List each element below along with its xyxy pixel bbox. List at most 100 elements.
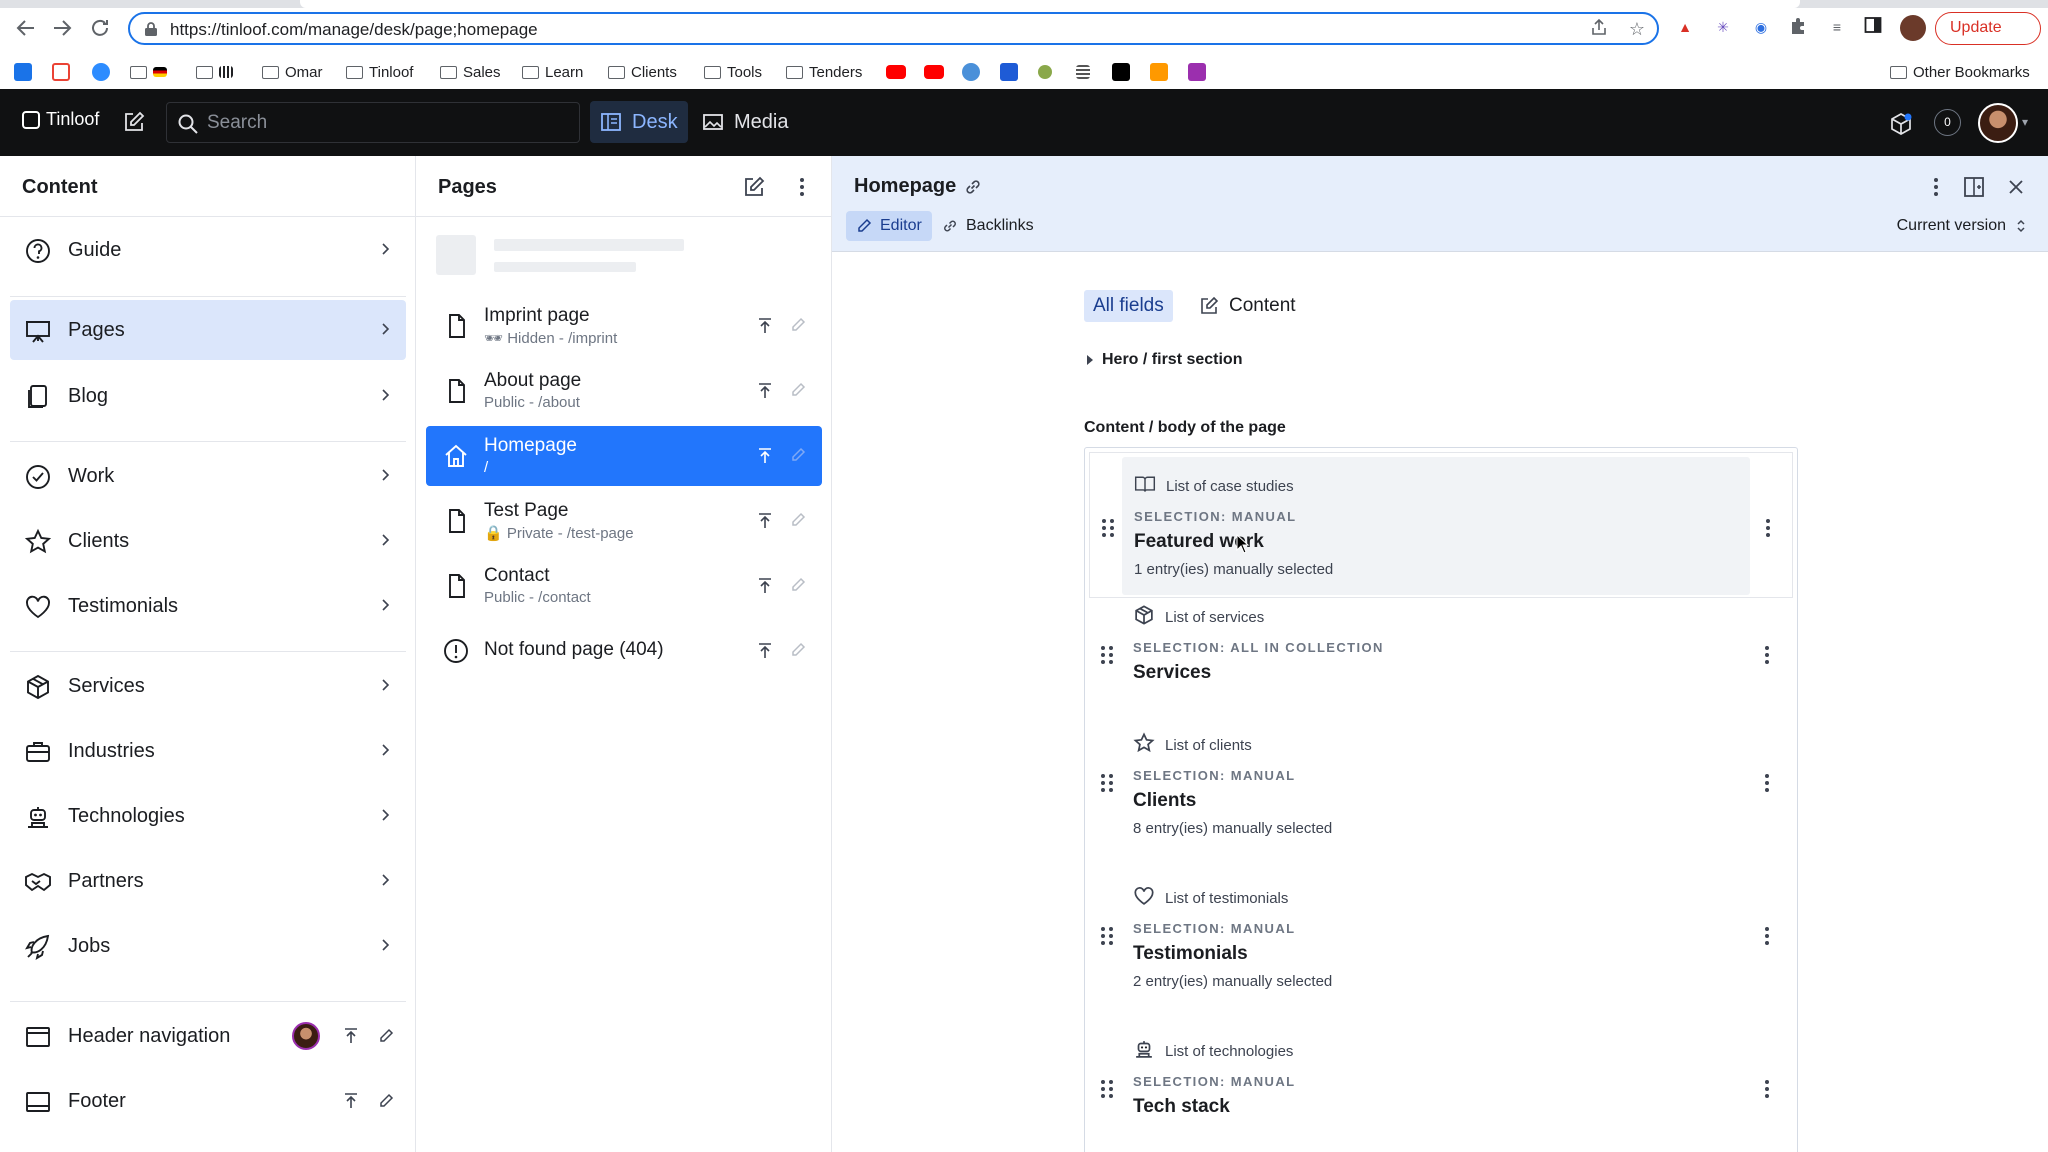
page-item-homepage[interactable]: Homepage / — [426, 426, 822, 486]
url-text[interactable]: https://tinloof.com/manage/desk/page;hom… — [170, 20, 538, 40]
link-icon[interactable] — [964, 178, 982, 196]
update-button[interactable]: Update — [1935, 12, 2041, 45]
content-item-services[interactable]: Services — [10, 656, 406, 716]
field-tab-all-fields[interactable]: All fields — [1084, 290, 1173, 322]
bookmark-face[interactable] — [1038, 60, 1052, 84]
extension-circle-icon[interactable]: ◉ — [1750, 16, 1772, 38]
bookmark-folder-tenders[interactable]: Tenders — [786, 60, 862, 84]
bookmark-folder-learn[interactable]: Learn — [522, 60, 583, 84]
bookmark-youtube-1[interactable] — [886, 60, 906, 84]
edit-pencil-icon[interactable] — [378, 1093, 394, 1114]
extensions-puzzle-icon[interactable] — [1787, 16, 1809, 38]
edit-pencil-icon[interactable] — [378, 1028, 394, 1049]
edit-pencil-icon[interactable] — [790, 382, 806, 398]
tool-desk[interactable]: Desk — [590, 101, 688, 143]
page-item-imprint-page[interactable]: Imprint page 🕶 Hidden - /imprint — [426, 296, 822, 356]
bookmark-globe[interactable] — [962, 60, 980, 84]
content-item-industries[interactable]: Industries — [10, 721, 406, 781]
page-item-about-page[interactable]: About page Public - /about — [426, 361, 822, 421]
publish-icon[interactable] — [342, 1027, 360, 1050]
content-item-pages[interactable]: Pages — [10, 300, 406, 360]
publish-icon[interactable] — [756, 317, 774, 335]
publish-icon[interactable] — [756, 382, 774, 400]
bookmark-folder-tinloof[interactable]: Tinloof — [346, 60, 413, 84]
edit-pencil-icon[interactable] — [790, 512, 806, 528]
extension-badge-icon[interactable]: ✳ — [1712, 16, 1734, 38]
bookmark-star-icon[interactable]: ☆ — [1626, 18, 1648, 40]
page-item-contact[interactable]: Contact Public - /contact — [426, 556, 822, 616]
edit-pencil-icon[interactable] — [790, 447, 806, 463]
media-queue-icon[interactable]: ≡ — [1826, 16, 1848, 38]
content-block-testimonials[interactable]: List of testimonials SELECTION: MANUAL T… — [1089, 885, 1793, 1015]
drag-handle-icon[interactable] — [1099, 925, 1115, 947]
bookmark-youtube-2[interactable] — [924, 60, 944, 84]
page-item-not-found-page-404[interactable]: Not found page (404) — [426, 621, 822, 681]
chrome-profile-avatar[interactable] — [1900, 15, 1926, 41]
page-item-test-page[interactable]: Test Page 🔒 Private - /test-page — [426, 491, 822, 551]
split-pane-icon[interactable] — [1962, 175, 1986, 199]
edit-pencil-icon[interactable] — [790, 317, 806, 333]
publish-icon[interactable] — [756, 447, 774, 465]
content-item-blog[interactable]: Blog — [10, 366, 406, 426]
publish-icon[interactable] — [342, 1092, 360, 1115]
tab-backlinks[interactable]: Backlinks — [932, 211, 1044, 241]
content-block-featured-work[interactable]: List of case studies SELECTION: MANUAL F… — [1089, 452, 1793, 598]
drag-handle-icon[interactable] — [1099, 772, 1115, 794]
side-panel-icon[interactable] — [1862, 16, 1884, 38]
block-menu-icon[interactable] — [1764, 517, 1772, 539]
fieldset-toggle[interactable]: Hero / first section — [1086, 351, 1242, 369]
content-block-tech-stack[interactable]: List of technologies SELECTION: MANUAL T… — [1089, 1038, 1793, 1152]
bookmark-gmail[interactable] — [52, 60, 70, 84]
document-menu-icon[interactable] — [1924, 175, 1948, 199]
content-item-technologies[interactable]: Technologies — [10, 786, 406, 846]
bookmark-folder-omar[interactable]: Omar — [262, 60, 323, 84]
content-item-clients[interactable]: Clients — [10, 511, 406, 571]
forward-icon[interactable] — [50, 16, 74, 40]
block-menu-icon[interactable] — [1763, 644, 1771, 666]
search-box[interactable] — [166, 102, 580, 143]
bookmark-calendar[interactable] — [14, 60, 32, 84]
bookmark-folder-tools[interactable]: Tools — [704, 60, 762, 84]
content-item-partners[interactable]: Partners — [10, 851, 406, 911]
create-new-icon[interactable] — [742, 175, 766, 199]
drag-handle-icon[interactable] — [1099, 1078, 1115, 1100]
content-item-header-navigation[interactable]: Header navigation — [10, 1006, 406, 1066]
back-icon[interactable] — [14, 16, 38, 40]
bookmark-zoom[interactable] — [92, 60, 110, 84]
publish-icon[interactable] — [756, 642, 774, 660]
bookmark-stack[interactable] — [1076, 60, 1090, 84]
content-item-work[interactable]: Work — [10, 446, 406, 506]
bookmark-folder-2[interactable] — [196, 60, 233, 84]
bookmark-folder-de[interactable] — [130, 60, 167, 84]
bookmark-purple[interactable] — [1188, 60, 1206, 84]
address-bar[interactable]: https://tinloof.com/manage/desk/page;hom… — [128, 12, 1659, 45]
share-icon[interactable] — [1588, 18, 1610, 40]
edit-pencil-icon[interactable] — [790, 577, 806, 593]
bookmark-cf[interactable] — [1112, 60, 1130, 84]
bookmark-brackets[interactable] — [1000, 60, 1018, 84]
tab-editor[interactable]: Editor — [846, 211, 932, 241]
chevron-down-icon[interactable]: ▾ — [2022, 115, 2028, 129]
bookmark-folder-clients[interactable]: Clients — [608, 60, 677, 84]
active-tab[interactable] — [300, 0, 1800, 8]
field-tab-content[interactable]: Content — [1190, 290, 1305, 322]
pane-menu-icon[interactable] — [790, 175, 814, 199]
publish-icon[interactable] — [756, 577, 774, 595]
bookmark-folder-sales[interactable]: Sales — [440, 60, 501, 84]
version-selector[interactable]: Current version — [1897, 217, 2026, 235]
search-input[interactable] — [207, 111, 567, 135]
close-icon[interactable] — [2004, 175, 2028, 199]
bookmark-amazon[interactable] — [1150, 60, 1168, 84]
notification-count[interactable]: 0 — [1934, 109, 1961, 136]
reload-icon[interactable] — [88, 16, 112, 40]
edit-pencil-icon[interactable] — [790, 642, 806, 658]
package-status-icon[interactable] — [1888, 111, 1914, 137]
extension-bell-icon[interactable]: ▲ — [1674, 16, 1696, 38]
compose-icon[interactable] — [122, 110, 146, 134]
content-item-footer[interactable]: Footer — [10, 1071, 406, 1131]
brand[interactable]: Tinloof — [22, 109, 99, 130]
content-item-guide[interactable]: Guide — [10, 220, 406, 280]
tool-media[interactable]: Media — [692, 101, 798, 143]
drag-handle-icon[interactable] — [1100, 517, 1116, 539]
content-item-jobs[interactable]: Jobs — [10, 916, 406, 976]
